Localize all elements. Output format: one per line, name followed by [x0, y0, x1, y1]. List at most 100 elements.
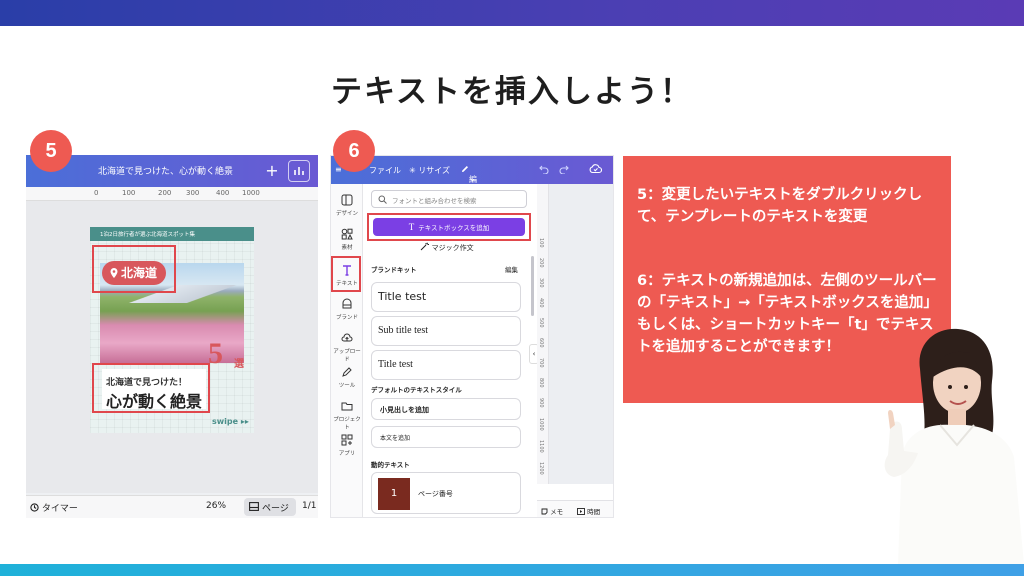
editor-footer: タイマー 26% ページ 1/1: [26, 495, 318, 518]
brand-style-subtitle[interactable]: Sub title test: [371, 316, 521, 346]
flyer-banner: 1泊2日旅行者が選ぶ北海道スポット集: [90, 227, 254, 241]
text-panel: フォントと組み合わせを検索 T テキストボックスを追加 マジック作文 ブランドキッ…: [365, 184, 531, 517]
play-icon: [577, 508, 585, 515]
count-number[interactable]: 5: [208, 337, 223, 371]
ruler-tick: 600: [538, 338, 544, 348]
add-body-text-button[interactable]: 本文を追加: [371, 426, 521, 448]
design-icon: [341, 194, 353, 206]
magic-wand-icon: [421, 242, 430, 251]
ruler-tick: 500: [538, 318, 544, 328]
step-6-screenshot: ≡ ファイル ✳ リサイズ 編集モード ⌄ デザイン 素材 テキスト: [330, 155, 614, 518]
file-menu[interactable]: ファイル: [369, 165, 401, 176]
pencil-icon: [462, 166, 468, 172]
page-number-thumbnail: 1: [378, 478, 410, 510]
ruler-tick: 200: [538, 258, 544, 268]
ruler-tick: 100: [538, 238, 544, 248]
clock-icon: [30, 503, 39, 512]
search-placeholder: フォントと組み合わせを検索: [392, 197, 477, 205]
rail-label: アップロード: [333, 349, 361, 363]
design-title[interactable]: 北海道で見つけた、心が動く絶景: [98, 164, 233, 177]
highlight-frame-add-textbox: [367, 213, 531, 241]
timeline-button[interactable]: 時間: [577, 506, 600, 516]
slide-title: テキストを挿入しよう！: [330, 74, 694, 110]
ruler-tick: 1100: [538, 440, 544, 453]
notes-button[interactable]: メモ: [541, 506, 563, 516]
flyer-banner-text[interactable]: 1泊2日旅行者が選ぶ北海道スポット集: [100, 230, 195, 238]
page-number-label: ページ番号: [418, 490, 453, 498]
plus-icon[interactable]: +: [262, 161, 282, 181]
rail-item-apps[interactable]: アプリ: [331, 434, 363, 457]
resize-menu[interactable]: ✳ リサイズ: [409, 165, 450, 176]
upload-icon: [341, 333, 353, 342]
presenter-illustration: [884, 328, 1024, 564]
editor-footer: メモ 時間: [537, 500, 613, 517]
highlight-frame-caption: [92, 363, 210, 413]
apps-icon: [341, 434, 353, 446]
rail-label: プロジェクト: [333, 417, 361, 431]
magic-write-button[interactable]: マジック作文: [365, 242, 529, 253]
ruler-tick: 100: [122, 189, 136, 197]
ruler-tick: 700: [538, 358, 544, 368]
ruler-tick: 1000: [242, 189, 260, 197]
font-search-input[interactable]: フォントと組み合わせを検索: [371, 190, 527, 208]
editor-header: ≡ ファイル ✳ リサイズ 編集モード ⌄: [331, 156, 613, 228]
brand-style-title[interactable]: Title test: [371, 282, 521, 312]
brand-kit-edit-link[interactable]: 編集: [505, 264, 518, 274]
page-number-item[interactable]: 1 ページ番号: [371, 472, 521, 514]
ruler-tick: 400: [538, 298, 544, 308]
bottom-accent-bar: [0, 564, 1024, 576]
rail-item-upload[interactable]: アップロード: [331, 332, 363, 363]
ruler-tick: 800: [538, 378, 544, 388]
pages-icon: [249, 502, 259, 511]
highlight-frame-text-tab: [331, 256, 361, 292]
panel-scrollbar[interactable]: [531, 256, 534, 316]
step-5-badge: 5: [30, 130, 72, 172]
design-canvas[interactable]: [549, 184, 613, 484]
elements-icon: [341, 228, 353, 240]
count-suffix[interactable]: 選: [234, 355, 244, 370]
rail-label: デザイン: [335, 211, 358, 217]
pages-button[interactable]: ページ: [244, 498, 296, 516]
design-canvas[interactable]: 1泊2日旅行者が選ぶ北海道スポット集 北海道 5 選 北海道で見つけた！ 心が動…: [26, 201, 318, 518]
rail-item-elements[interactable]: 素材: [331, 228, 363, 251]
brand-kit-heading: ブランドキット: [371, 266, 417, 274]
edit-mode-menu[interactable]: 編集モード ⌄: [461, 165, 477, 228]
bar-chart-icon[interactable]: [288, 160, 310, 182]
dynamic-text-heading: 動的テキスト: [371, 461, 410, 469]
ruler-tick: 200: [158, 189, 172, 197]
undo-icon[interactable]: [539, 165, 549, 176]
step-5-screenshot: 北海道で見つけた、心が動く絶景 + 0 100 200 300 400 1000…: [26, 155, 318, 518]
vertical-ruler: 100 200 300 400 500 600 700 800 900 1000…: [537, 184, 549, 484]
folder-icon: [341, 402, 353, 411]
highlight-frame-location: [92, 245, 176, 293]
timer-button[interactable]: タイマー: [30, 501, 78, 514]
brand-style-title-2[interactable]: Title test: [371, 350, 521, 380]
ruler-tick: 1000: [538, 418, 544, 431]
rail-item-draw[interactable]: ツール: [331, 366, 363, 389]
default-styles-heading: デフォルトのテキストスタイル: [371, 386, 462, 394]
rail-item-brand[interactable]: ブランド: [331, 298, 363, 321]
ruler-tick: 300: [186, 189, 200, 197]
instruction-step-5: 5：変更したいテキストをダブルクリックして、テンプレートのテキストを変更: [637, 187, 923, 225]
timeline-label: 時間: [587, 508, 601, 516]
ruler-tick: 0: [94, 189, 99, 197]
redo-icon[interactable]: [559, 165, 569, 176]
notes-icon: [541, 508, 548, 515]
ruler-tick: 400: [216, 189, 230, 197]
cloud-sync-icon[interactable]: [589, 163, 603, 176]
search-icon: [378, 195, 387, 204]
ruler-tick: 1200: [538, 462, 544, 475]
step-6-badge: 6: [333, 130, 375, 172]
top-accent-bar: [0, 0, 1024, 26]
ruler-tick: 900: [538, 398, 544, 408]
notes-label: メモ: [550, 508, 564, 516]
pages-label: ページ: [262, 504, 289, 514]
rail-item-design[interactable]: デザイン: [331, 194, 363, 217]
rail-label: 素材: [341, 245, 353, 251]
chevron-down-icon: ⌄: [469, 174, 476, 183]
add-subheading-button[interactable]: 小見出しを追加: [371, 398, 521, 420]
rail-item-projects[interactable]: プロジェクト: [331, 400, 363, 431]
ruler-tick: 300: [538, 278, 544, 288]
zoom-level[interactable]: 26%: [206, 501, 226, 511]
rail-label: アプリ: [338, 451, 356, 457]
